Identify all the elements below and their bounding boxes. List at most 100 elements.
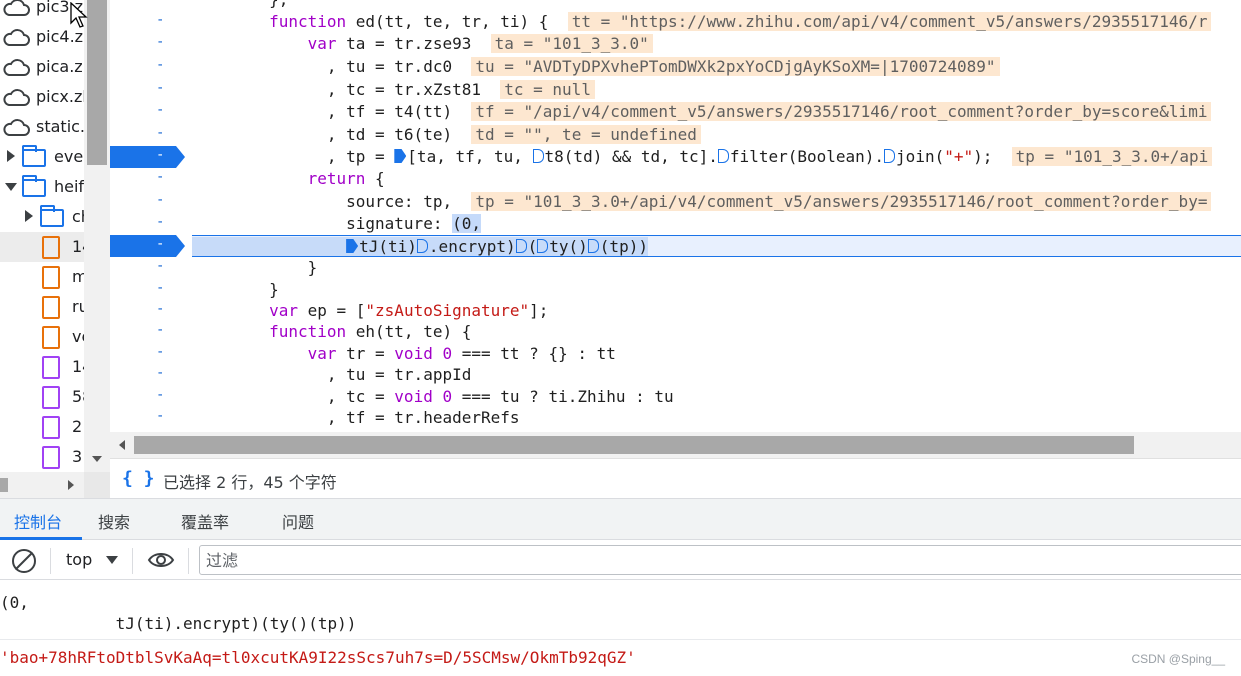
chevron-down-icon[interactable] (5, 183, 17, 191)
code-area[interactable]: }; function ed(tt, te, tr, ti) { tt = "h… (192, 0, 1241, 432)
tree-item[interactable]: picx.zh (0, 82, 84, 112)
breakpoint-marker[interactable]: - (110, 146, 185, 168)
tree-item[interactable]: 58 (0, 382, 84, 412)
code-line: var tr = void 0 === tt ? {} : tt (307, 344, 616, 363)
tree-horizontal-scrollbar[interactable] (0, 472, 84, 498)
gutter-row[interactable]: - (110, 101, 192, 123)
gutter-row[interactable]: - (110, 213, 192, 235)
line-marker: - (156, 102, 165, 118)
line-marker: - (156, 301, 165, 317)
tree-item[interactable]: ve (0, 322, 84, 352)
breakpoint-marker[interactable]: - (110, 235, 185, 257)
tab-coverage[interactable]: 覆盖率 (181, 509, 229, 533)
gutter-row[interactable]: - (110, 0, 192, 11)
code-line: , td = t6(te) td = "", te = undefined (192, 124, 1241, 146)
tree-item-label: pica.zh (36, 57, 84, 76)
chevron-right-icon[interactable] (25, 210, 33, 222)
scroll-left-arrow-icon[interactable] (119, 440, 125, 450)
tree-item[interactable]: even (0, 142, 84, 172)
tree-item[interactable]: ch (0, 202, 84, 232)
gutter-row[interactable]: - (110, 321, 192, 343)
tree-item-label: ve (72, 327, 84, 346)
gutter-row[interactable]: - (110, 407, 192, 429)
gutter-row[interactable]: - (110, 235, 192, 257)
gutter-row[interactable]: - (110, 364, 192, 386)
gutter-row[interactable]: - (110, 343, 192, 365)
line-marker: - (156, 280, 165, 296)
line-marker: - (156, 192, 165, 208)
tree-item[interactable]: pica.zh (0, 52, 84, 82)
cloud-icon (3, 29, 30, 46)
file-tree: pic3.zh pic4.zh pica.zh picx.zh static.z… (0, 0, 84, 472)
tab-issues[interactable]: 问题 (282, 509, 314, 533)
scrollbar-thumb[interactable] (0, 478, 8, 492)
tree-item-label: m (72, 267, 84, 286)
gutter-row[interactable]: - (110, 386, 192, 408)
pretty-print-icon[interactable]: { } (122, 468, 155, 489)
tree-item-label: heif (54, 177, 84, 196)
inline-value: tt = "https://www.zhihu.com/api/v4/comme… (567, 12, 1212, 31)
tab-console[interactable]: 控制台 (14, 509, 62, 533)
folder-icon (40, 205, 64, 227)
editor-horizontal-scrollbar[interactable] (110, 432, 1241, 458)
toolbar-divider (188, 548, 189, 574)
tree-item-label: even (54, 147, 84, 166)
gutter-row[interactable]: - (110, 79, 192, 101)
selection-status: 已选择 2 行，45 个字符 (163, 473, 337, 492)
tree-item[interactable]: 14 (0, 232, 84, 262)
line-marker: - (156, 214, 165, 230)
file-icon (42, 416, 60, 439)
tree-vertical-scrollbar[interactable] (84, 0, 110, 472)
code-line: , tc = tr.xZst81 tc = null (192, 79, 1241, 101)
eye-icon[interactable] (147, 550, 175, 570)
gutter-row[interactable]: - (110, 11, 192, 33)
scrollbar-thumb[interactable] (87, 0, 107, 165)
console-output: (0, tJ(ti).encrypt)(ty()(tp)) 'bao+78hRF… (0, 580, 1241, 676)
source-editor[interactable]: - - - - - - - - - - - - - - - - - - - - }; function ed(tt, … (110, 0, 1241, 432)
file-icon (42, 386, 60, 409)
context-selector[interactable]: top (66, 550, 92, 569)
chevron-right-icon[interactable] (7, 150, 15, 162)
code-line: } (192, 280, 279, 299)
scroll-right-arrow-icon[interactable] (68, 480, 74, 490)
tree-item-label: 2: (72, 417, 84, 436)
file-icon (42, 446, 60, 469)
inline-value: ta = "101_3_3.0" (490, 34, 653, 53)
console-result[interactable]: 'bao+78hRFtoDtblSvKaAq=tl0xcutKA9I22sScs… (0, 647, 636, 669)
line-marker: - (156, 258, 165, 274)
cloud-icon (3, 0, 30, 16)
chevron-down-icon[interactable] (106, 556, 118, 564)
code-line: var ta = tr.zse93 ta = "101_3_3.0" (192, 33, 1241, 55)
gutter-row[interactable]: - (110, 146, 192, 168)
tree-item[interactable]: ru (0, 292, 84, 322)
filter-input[interactable] (199, 545, 1241, 575)
tree-item[interactable]: 2: (0, 412, 84, 442)
console-toolbar: top (0, 540, 1241, 580)
file-icon (42, 326, 60, 349)
gutter-row[interactable]: - (110, 168, 192, 190)
tree-item[interactable]: 3: (0, 442, 84, 472)
watermark: CSDN @Sping__ (1131, 652, 1225, 666)
gutter-row[interactable]: - (110, 300, 192, 322)
inline-value: td = "", te = undefined (471, 125, 701, 144)
gutter-row[interactable]: - (110, 257, 192, 279)
tree-item[interactable]: m (0, 262, 84, 292)
code-line: , tf = t4(tt) tf = "/api/v4/comment_v5/a… (192, 101, 1241, 123)
toolbar-divider (132, 548, 133, 574)
scroll-down-arrow-icon[interactable] (92, 456, 102, 462)
tree-item[interactable]: heif (0, 172, 84, 202)
gutter-row[interactable]: - (110, 191, 192, 213)
tree-item-label: 58 (72, 387, 84, 406)
gutter-row[interactable]: - (110, 124, 192, 146)
gutter-row[interactable]: - (110, 56, 192, 78)
tree-item[interactable]: static.z (0, 112, 84, 142)
cloud-icon (3, 89, 30, 106)
tab-search[interactable]: 搜索 (98, 509, 130, 533)
line-marker: - (156, 80, 165, 96)
scrollbar-thumb[interactable] (134, 436, 1134, 454)
line-gutter: - - - - - - - - - - - - - - - - - - - - (110, 0, 192, 432)
gutter-row[interactable]: - (110, 279, 192, 301)
gutter-row[interactable]: - (110, 33, 192, 55)
tree-item[interactable]: 14 (0, 352, 84, 382)
clear-console-icon[interactable] (12, 549, 36, 573)
